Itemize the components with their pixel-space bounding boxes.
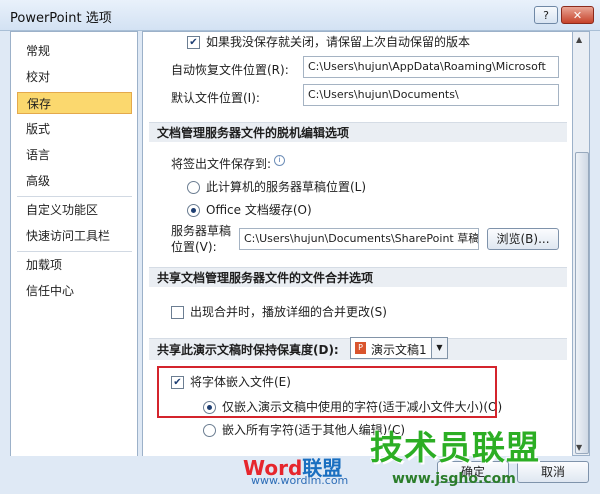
sidebar-item-language[interactable]: 语言 <box>17 144 132 166</box>
sidebar-divider <box>17 196 132 197</box>
embed-all-radio[interactable] <box>203 424 216 437</box>
drafts-location-input[interactable]: C:\Users\hujun\Documents\SharePoint 草稿 <box>239 228 479 250</box>
sidebar-item-proofing[interactable]: 校对 <box>17 66 132 88</box>
embed-fonts-checkbox[interactable]: ✔ <box>171 376 184 389</box>
autorecover-location-label: 自动恢复文件位置(R): <box>171 63 289 77</box>
sidebar-item-customize-ribbon[interactable]: 自定义功能区 <box>17 199 132 221</box>
scroll-down-icon[interactable]: ▼ <box>576 443 582 452</box>
merge-options-heading: 共享文档管理服务器文件的文件合并选项 <box>149 267 567 287</box>
jsgho-watermark-url: www.jsgho.com <box>392 471 516 487</box>
embed-fonts-label: 将字体嵌入文件(E) <box>190 375 291 389</box>
sidebar-item-layout[interactable]: 版式 <box>17 118 132 140</box>
window-title: PowerPoint 选项 <box>10 11 112 26</box>
default-location-label: 默认文件位置(I): <box>171 91 260 105</box>
info-icon: i <box>274 155 286 166</box>
default-location-input[interactable]: C:\Users\hujun\Documents\ <box>303 84 559 106</box>
options-sidebar: 常规 校对 保存 版式 语言 高级 自定义功能区 快速访问工具栏 加载项 信任中… <box>10 31 138 458</box>
browse-button[interactable]: 浏览(B)... <box>487 228 559 250</box>
save-checkout-to: 将签出文件保存到: i <box>171 155 286 172</box>
autorecover-location-input[interactable]: C:\Users\hujun\AppData\Roaming\Microsoft <box>303 56 559 78</box>
watermark-url: www.wordlm.com <box>251 474 349 487</box>
merge-details-checkbox[interactable] <box>171 306 184 319</box>
embed-used-label: 仅嵌入演示文稿中使用的字符(适于减小文件大小)(O) <box>222 400 503 414</box>
save-checkout-label: 将签出文件保存到: <box>171 157 272 171</box>
presentation-select[interactable]: P 演示文稿1 ▼ <box>350 337 448 359</box>
help-button[interactable]: ? <box>534 6 558 24</box>
vertical-scrollbar[interactable]: ▲ ▼ <box>572 31 590 456</box>
scrollbar-thumb[interactable] <box>575 152 589 454</box>
office-cache-radio[interactable] <box>187 204 200 217</box>
scroll-up-icon[interactable]: ▲ <box>576 35 582 44</box>
drafts-location-label-line1: 服务器草稿 <box>171 224 232 238</box>
embed-fonts-option[interactable]: ✔ 将字体嵌入文件(E) <box>171 373 291 390</box>
sidebar-item-save[interactable]: 保存 <box>17 92 132 114</box>
powerpoint-file-icon: P <box>355 342 366 354</box>
office-cache-label: Office 文档缓存(O) <box>206 203 312 217</box>
keep-last-autosave-label: 如果我没保存就关闭，请保留上次自动保留的版本 <box>206 35 471 49</box>
server-drafts-label: 此计算机的服务器草稿位置(L) <box>206 180 367 194</box>
merge-details-option[interactable]: 出现合并时，播放详细的合并更改(S) <box>171 303 387 320</box>
drafts-location-label-line2: 位置(V): <box>171 240 217 254</box>
wordlm-watermark: Word联盟 www.wordlm.com <box>243 452 348 487</box>
sidebar-item-general[interactable]: 常规 <box>17 40 132 62</box>
sidebar-item-advanced[interactable]: 高级 <box>17 170 132 192</box>
embed-used-option[interactable]: 仅嵌入演示文稿中使用的字符(适于减小文件大小)(O) <box>203 398 502 415</box>
office-cache-option[interactable]: Office 文档缓存(O) <box>187 201 312 218</box>
merge-details-label: 出现合并时，播放详细的合并更改(S) <box>190 305 387 319</box>
sidebar-item-add-ins[interactable]: 加载项 <box>17 254 132 276</box>
server-drafts-option[interactable]: 此计算机的服务器草稿位置(L) <box>187 178 366 195</box>
keep-last-autosave-option[interactable]: ✔ 如果我没保存就关闭，请保留上次自动保留的版本 <box>187 33 470 50</box>
sidebar-item-trust-center[interactable]: 信任中心 <box>17 280 132 302</box>
sidebar-item-quick-access-toolbar[interactable]: 快速访问工具栏 <box>17 225 132 247</box>
offline-editing-heading: 文档管理服务器文件的脱机编辑选项 <box>149 122 567 142</box>
sidebar-divider <box>17 251 132 252</box>
server-drafts-radio[interactable] <box>187 181 200 194</box>
close-button[interactable]: ✕ <box>561 6 594 24</box>
save-options-panel: ✔ 如果我没保存就关闭，请保留上次自动保留的版本 自动恢复文件位置(R): C:\… <box>142 31 574 458</box>
title-bar: PowerPoint 选项 ? ✕ <box>0 0 600 31</box>
jsgho-watermark: 技术员联盟 <box>370 428 540 467</box>
presentation-select-value: 演示文稿1 <box>371 343 427 357</box>
chevron-down-icon[interactable]: ▼ <box>431 338 447 358</box>
embed-used-radio[interactable] <box>203 401 216 414</box>
keep-last-autosave-checkbox[interactable]: ✔ <box>187 36 200 49</box>
